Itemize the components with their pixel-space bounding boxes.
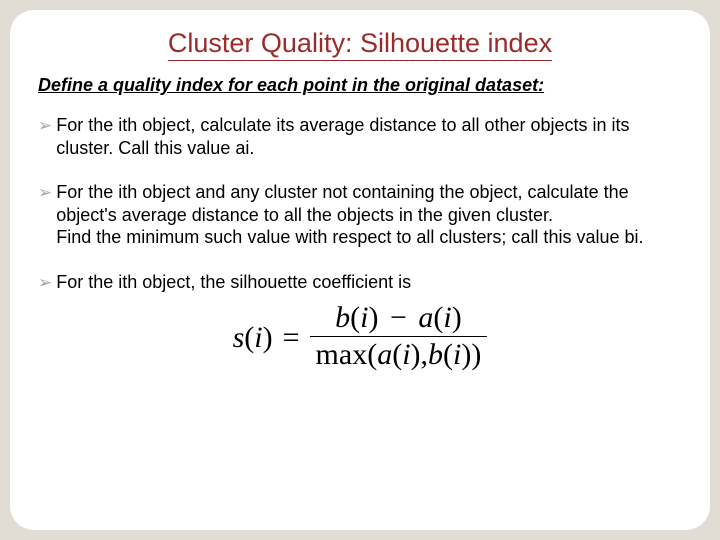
- max-func: max: [316, 338, 368, 371]
- bullet-text: For the ith object, calculate its averag…: [56, 114, 682, 159]
- bullet-item: ➢ For the ith object, calculate its aver…: [38, 114, 682, 159]
- formula-var: a: [377, 338, 392, 371]
- formula-var: a: [418, 301, 433, 334]
- formula-area: s(i) = b(i) − a(i) max(a(i),b(i)): [38, 303, 682, 372]
- bullet-text: For the ith object, the silhouette coeff…: [56, 271, 682, 294]
- formula-var: b: [428, 338, 443, 371]
- formula-arg: i: [402, 338, 410, 371]
- equals-sign: =: [283, 323, 300, 353]
- bullet-text: For the ith object and any cluster not c…: [56, 181, 682, 249]
- chevron-right-icon: ➢: [38, 272, 52, 293]
- formula-var: s: [233, 321, 245, 354]
- minus-sign: −: [390, 301, 407, 334]
- slide: Cluster Quality: Silhouette index Define…: [10, 10, 710, 530]
- silhouette-formula: s(i) = b(i) − a(i) max(a(i),b(i)): [233, 303, 488, 372]
- formula-var: b: [335, 301, 350, 334]
- formula-arg: i: [443, 301, 451, 334]
- formula-arg: i: [360, 301, 368, 334]
- fraction: b(i) − a(i) max(a(i),b(i)): [310, 303, 488, 372]
- chevron-right-icon: ➢: [38, 115, 52, 136]
- bullet-item: ➢ For the ith object and any cluster not…: [38, 181, 682, 249]
- slide-subheading: Define a quality index for each point in…: [38, 75, 682, 96]
- denominator: max(a(i),b(i)): [310, 340, 488, 372]
- numerator: b(i) − a(i): [329, 303, 468, 335]
- formula-arg: i: [254, 321, 262, 354]
- bullet-item: ➢ For the ith object, the silhouette coe…: [38, 271, 682, 294]
- title-wrap: Cluster Quality: Silhouette index: [38, 28, 682, 67]
- chevron-right-icon: ➢: [38, 182, 52, 203]
- slide-title: Cluster Quality: Silhouette index: [168, 28, 552, 61]
- fraction-bar: [310, 336, 488, 337]
